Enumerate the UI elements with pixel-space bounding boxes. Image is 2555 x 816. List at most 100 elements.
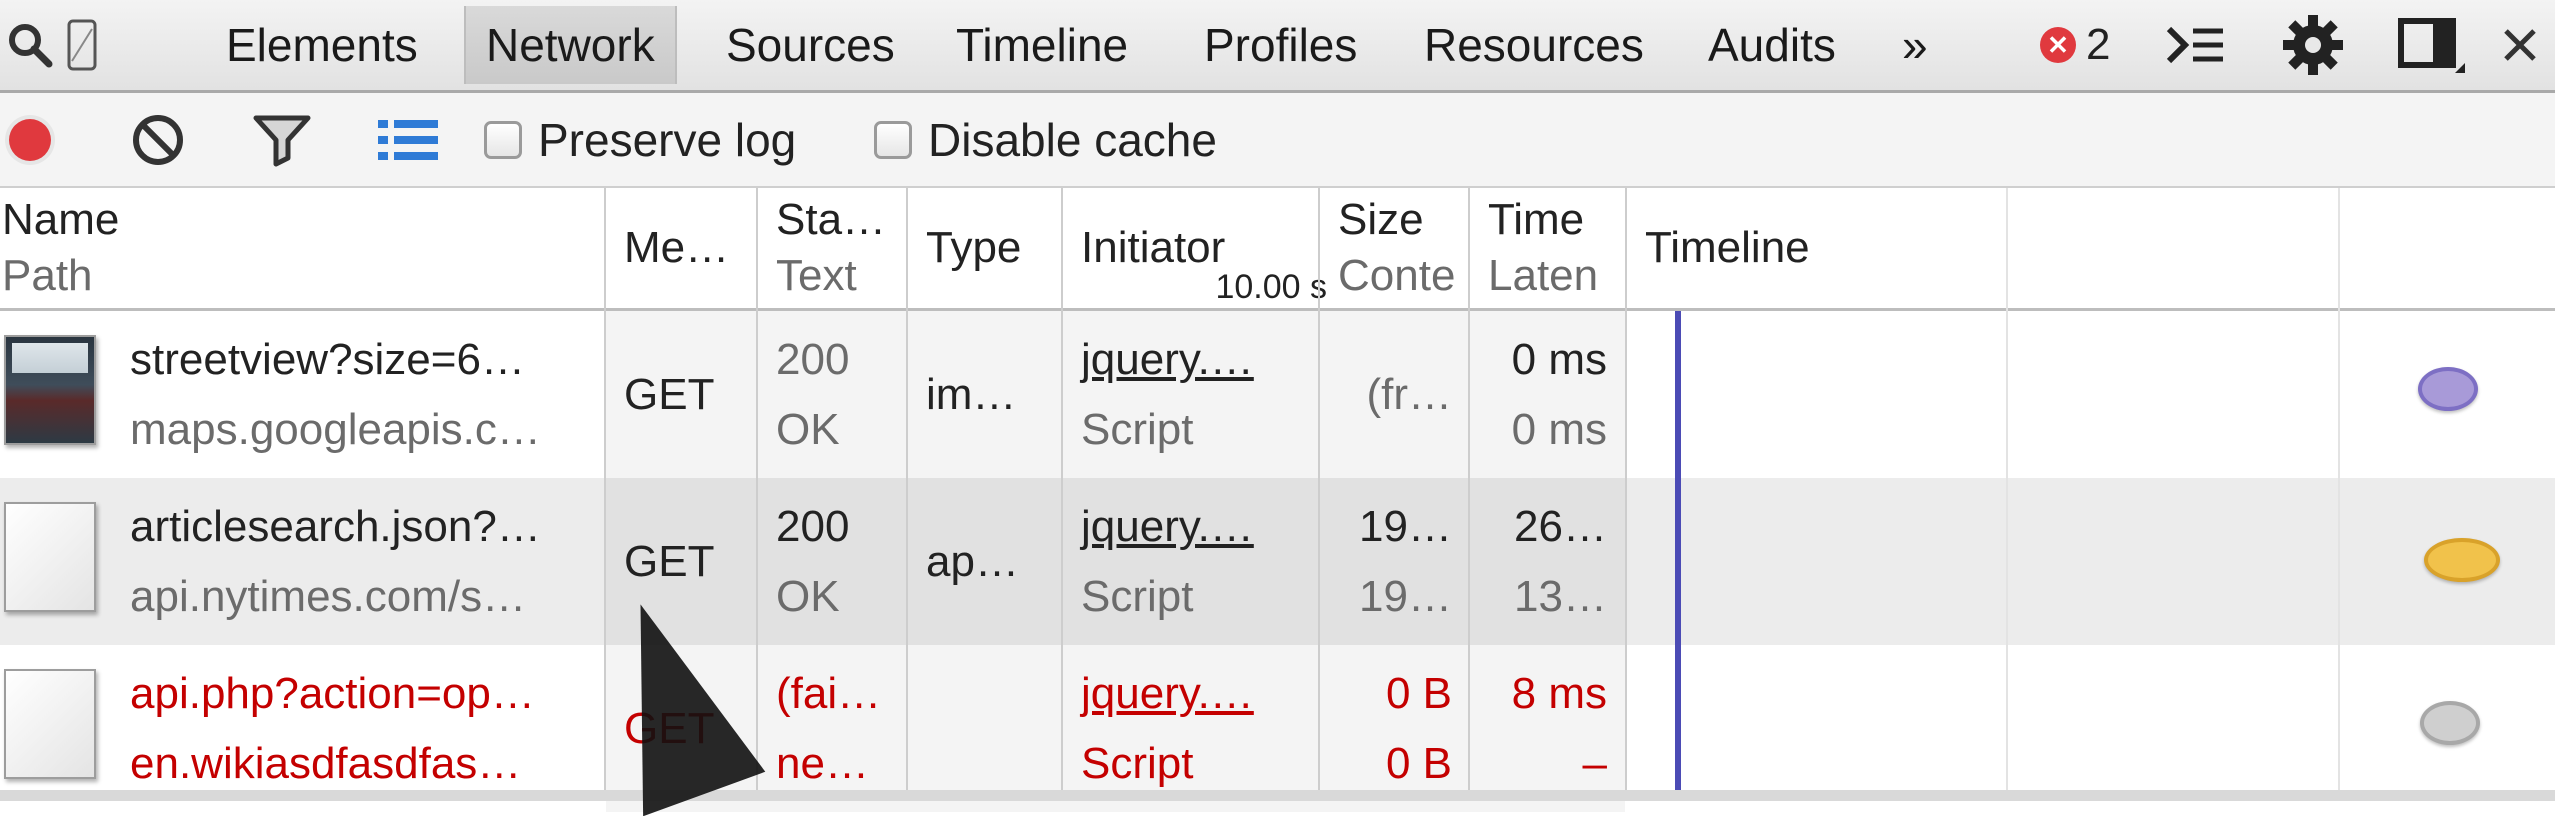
column-header-status[interactable]: Sta… Text <box>758 188 908 308</box>
tab-timeline[interactable]: Timeline <box>956 6 1128 84</box>
status-text: OK <box>776 571 840 621</box>
initiator-link[interactable]: jquery.… <box>1081 659 1320 729</box>
request-path: api.nytimes.com/s… <box>130 571 527 621</box>
column-divider <box>1625 188 1627 801</box>
time-value: 8 ms <box>1511 668 1607 718</box>
method-cell: GET <box>606 311 758 478</box>
timeline-gridline <box>2338 188 2340 801</box>
latency-value: 0 ms <box>1511 404 1607 454</box>
request-type: ap… <box>926 536 1019 586</box>
tab-elements[interactable]: Elements <box>226 6 418 84</box>
size-cell: 19… 19… <box>1320 478 1470 645</box>
size-cell: (fr… <box>1320 311 1470 478</box>
initiator-type: Script <box>1081 738 1194 788</box>
image-thumbnail <box>4 335 96 445</box>
size-value: (fr… <box>1366 369 1452 419</box>
gear-icon[interactable] <box>2276 0 2350 90</box>
column-title: Sta… <box>776 195 887 244</box>
timeline-bar-image <box>2418 367 2478 411</box>
column-divider <box>1468 188 1470 801</box>
filter-icon[interactable] <box>252 93 312 186</box>
column-header-time[interactable]: Time Laten <box>1470 188 1625 308</box>
name-cell: api.php?action=op… en.wikiasdfasdfas… <box>112 645 606 812</box>
column-title: Timeline <box>1645 223 1810 272</box>
tab-profiles[interactable]: Profiles <box>1204 6 1357 84</box>
column-title: Me… <box>624 223 730 272</box>
type-cell: im… <box>908 311 1063 478</box>
preserve-log-checkbox[interactable] <box>484 120 522 159</box>
initiator-link[interactable]: jquery.… <box>1081 492 1320 562</box>
initiator-cell: jquery.… Script <box>1063 478 1320 645</box>
tab-network[interactable]: Network <box>464 6 677 84</box>
error-count: 2 <box>2086 20 2111 69</box>
dock-side-icon[interactable] <box>2392 0 2472 90</box>
tab-sources[interactable]: Sources <box>726 6 895 84</box>
request-name: streetview?size=6… <box>130 334 525 384</box>
large-request-rows-icon[interactable] <box>378 93 438 186</box>
column-title: Name <box>2 195 120 244</box>
size-value: 0 B <box>1385 668 1452 718</box>
status-code: 200 <box>776 334 850 384</box>
status-text: OK <box>776 404 840 454</box>
time-cell: 0 ms 0 ms <box>1470 311 1625 478</box>
horizontal-scrollbar[interactable] <box>0 790 2555 801</box>
initiator-cell: jquery.… Script <box>1063 645 1320 812</box>
disable-cache-checkbox[interactable] <box>874 120 912 159</box>
content-value: 0 B <box>1385 738 1452 788</box>
initiator-type: Script <box>1081 571 1194 621</box>
console-drawer-icon[interactable] <box>2160 0 2230 90</box>
clear-button[interactable] <box>130 93 190 186</box>
tab-audits[interactable]: Audits <box>1708 6 1836 84</box>
error-icon: ✕ <box>2040 27 2076 63</box>
initiator-cell: jquery.… Script <box>1063 311 1320 478</box>
disable-cache-option[interactable]: Disable cache <box>874 93 1217 186</box>
column-header-method[interactable]: Me… <box>606 188 758 308</box>
more-tabs-button[interactable]: » <box>1902 6 1928 84</box>
timeline-bar-failed <box>2420 701 2480 745</box>
table-row[interactable]: api.php?action=op… en.wikiasdfasdfas… GE… <box>0 645 2555 812</box>
table-row[interactable]: articlesearch.json?… api.nytimes.com/s… … <box>0 478 2555 645</box>
column-header-name[interactable]: Name Path <box>0 188 606 308</box>
status-text: ne… <box>776 738 869 788</box>
file-thumbnail <box>4 669 96 779</box>
record-button[interactable] <box>2 93 62 186</box>
column-header-size[interactable]: Size Conte <box>1320 188 1470 308</box>
type-cell: ap… <box>908 478 1063 645</box>
time-cell: 26… 13… <box>1470 478 1625 645</box>
status-code: (fai… <box>776 668 882 718</box>
close-icon[interactable] <box>2490 0 2550 90</box>
status-cell: 200 OK <box>758 311 908 478</box>
timeline-gridline <box>2006 188 2008 801</box>
table-row[interactable]: streetview?size=6… maps.googleapis.c… GE… <box>0 311 2555 478</box>
tab-resources[interactable]: Resources <box>1424 6 1644 84</box>
column-title: Time <box>1488 195 1585 244</box>
initiator-link[interactable]: jquery.… <box>1081 325 1320 395</box>
time-value: 26… <box>1514 501 1607 551</box>
search-icon[interactable] <box>0 0 60 90</box>
column-divider <box>756 188 758 801</box>
timeline-dom-loaded-marker <box>1675 311 1681 791</box>
request-path: maps.googleapis.c… <box>130 404 541 454</box>
content-value: 19… <box>1359 571 1452 621</box>
preserve-log-option[interactable]: Preserve log <box>484 93 796 186</box>
latency-value: – <box>1582 738 1607 788</box>
request-type: im… <box>926 369 1017 419</box>
error-counter[interactable]: ✕ 2 <box>2040 0 2110 90</box>
column-title: Size <box>1338 195 1424 244</box>
column-subtitle: Laten <box>1488 251 1599 300</box>
preserve-log-label: Preserve log <box>538 113 797 166</box>
device-mode-icon[interactable] <box>62 0 102 90</box>
column-title: Type <box>926 223 1022 272</box>
size-cell: 0 B 0 B <box>1320 645 1470 812</box>
column-subtitle: Text <box>776 251 857 300</box>
time-value: 0 ms <box>1511 334 1607 384</box>
status-cell: (fai… ne… <box>758 645 908 812</box>
disable-cache-label: Disable cache <box>928 113 1217 166</box>
status-cell: 200 OK <box>758 478 908 645</box>
column-header-type[interactable]: Type <box>908 188 1063 308</box>
status-code: 200 <box>776 501 850 551</box>
network-toolbar: Preserve log Disable cache <box>0 93 2555 188</box>
type-cell <box>908 645 1063 812</box>
column-header-timeline[interactable]: Timeline <box>1627 188 2027 308</box>
size-value: 19… <box>1359 501 1452 551</box>
